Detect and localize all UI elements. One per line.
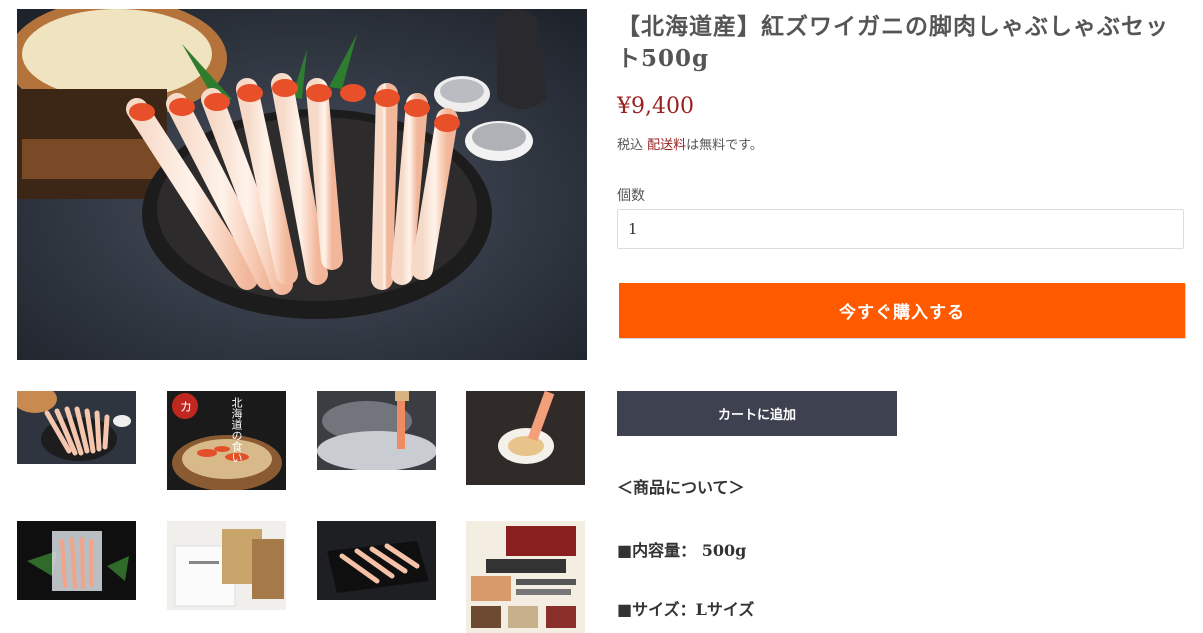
add-to-cart-button[interactable]: カートに追加	[617, 391, 897, 436]
thumbnail-3[interactable]	[317, 391, 436, 470]
quantity-label: 個数	[617, 188, 645, 204]
shipping-note: は無料です。	[686, 138, 763, 153]
thumbnail-1[interactable]	[17, 391, 136, 464]
thumbnail-2[interactable]: カ 北海道の食い	[167, 391, 286, 490]
tax-shipping-note: 税込 配送料は無料です。	[617, 134, 763, 153]
description-size: ■サイズ：Lサイズ	[617, 600, 755, 619]
product-title: 【北海道産】紅ズワイガニの脚肉しゃぶしゃぶセット500g	[617, 13, 1169, 72]
quantity-input[interactable]	[617, 209, 1184, 249]
shipping-link[interactable]: 配送料	[647, 138, 686, 153]
main-product-image[interactable]	[17, 9, 587, 360]
product-price: ¥9,400	[617, 94, 694, 119]
thumbnail-8[interactable]	[466, 521, 585, 633]
thumbnail-6[interactable]	[167, 521, 286, 610]
thumbnail-7[interactable]	[317, 521, 436, 600]
buy-now-button[interactable]: 今すぐ購入する	[619, 283, 1185, 338]
description-capacity: ■内容量： 500g	[617, 541, 747, 560]
svg-text:カ: カ	[180, 400, 192, 414]
tax-label: 税込	[617, 138, 648, 153]
thumbnail-5[interactable]	[17, 521, 136, 600]
description-heading: ＜商品について＞	[617, 478, 745, 497]
thumbnail-4[interactable]	[466, 391, 585, 485]
thumbnail-2-caption: 北海道の食い	[230, 397, 243, 463]
